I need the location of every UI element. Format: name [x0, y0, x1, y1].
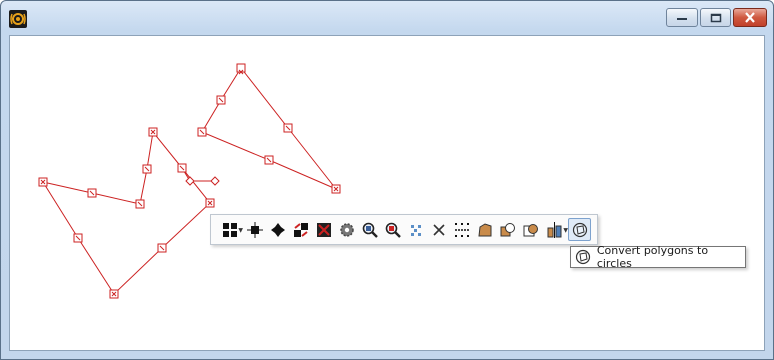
vertex-handle-diamond[interactable] — [210, 176, 220, 186]
minimize-button[interactable] — [666, 8, 698, 27]
shape-subtract-button[interactable] — [519, 218, 542, 241]
shape-circle-union-icon — [500, 222, 515, 236]
title-bar[interactable] — [1, 1, 773, 35]
shape-union-button[interactable] — [496, 218, 519, 241]
polygon-fill-icon — [477, 222, 491, 236]
node-move-icon — [270, 222, 285, 237]
maximize-icon — [710, 13, 721, 22]
dot-grid-icon — [454, 222, 469, 237]
node-swap-button[interactable] — [289, 218, 312, 241]
grid-select-icon — [223, 222, 237, 237]
shape-circle-subtract-icon — [523, 223, 538, 236]
align-button[interactable]: ▼ — [542, 218, 568, 241]
drawing-surface[interactable] — [10, 36, 766, 352]
tooltip-text: Convert polygons to circles — [596, 244, 709, 270]
close-icon — [745, 12, 755, 23]
close-button[interactable] — [733, 8, 767, 27]
zoom-out-button[interactable] — [381, 218, 404, 241]
node-select-button[interactable] — [243, 218, 266, 241]
polygon-to-circle-icon — [575, 249, 591, 265]
polygon-left[interactable] — [42, 130, 211, 295]
vertex-handle-diamond[interactable] — [185, 176, 195, 186]
maximize-button[interactable] — [700, 8, 731, 27]
app-icon[interactable] — [9, 10, 27, 28]
zoom-in-icon — [362, 222, 378, 238]
zoom-in-button[interactable] — [358, 218, 381, 241]
polygon-to-circle-button[interactable] — [568, 218, 591, 241]
delete-shape-button[interactable] — [312, 218, 335, 241]
drawing-canvas[interactable] — [9, 35, 765, 351]
polygon-right[interactable] — [201, 67, 337, 190]
polygon-fill-button[interactable] — [473, 218, 496, 241]
node-select-icon — [246, 221, 263, 238]
vertex-handle[interactable] — [236, 63, 246, 73]
zoom-out-icon — [385, 222, 401, 238]
minimize-icon — [677, 17, 687, 20]
node-swap-icon — [293, 222, 308, 237]
gear-icon — [339, 222, 354, 237]
dot-grid-button[interactable] — [450, 218, 473, 241]
tooltip: Convert polygons to circles — [570, 244, 746, 270]
align-icon — [547, 221, 562, 238]
delete-shape-icon — [316, 222, 331, 237]
node-move-button[interactable] — [266, 218, 289, 241]
cross-button[interactable] — [427, 218, 450, 241]
settings-button[interactable] — [335, 218, 358, 241]
scatter-points-button[interactable] — [404, 218, 427, 241]
floating-toolbar: ▼ ▼ — [210, 214, 598, 245]
main-window — [0, 0, 774, 360]
grid-select-button[interactable]: ▼ — [217, 218, 243, 241]
polygon-to-circle-icon — [572, 222, 587, 237]
cross-icon — [432, 223, 445, 236]
scatter-points-icon — [410, 224, 421, 236]
